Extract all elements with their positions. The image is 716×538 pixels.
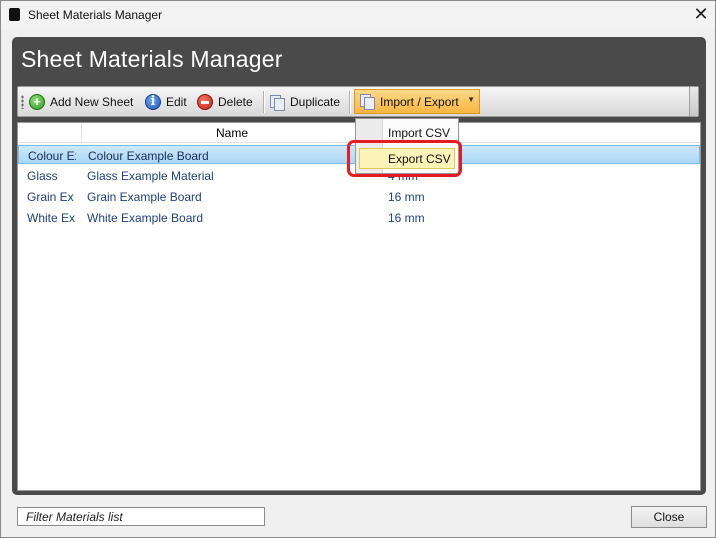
delete-button[interactable]: Delete: [197, 91, 253, 113]
delete-label: Delete: [218, 95, 253, 109]
title-bar: Sheet Materials Manager ✕: [1, 1, 715, 29]
row-code: Grain Ex: [27, 190, 74, 204]
toolbar-overflow-button[interactable]: [689, 87, 698, 116]
materials-panel: Sheet Materials Manager + Add New Sheet …: [12, 37, 706, 495]
info-icon: i: [145, 94, 161, 110]
copy-icon: [270, 94, 285, 111]
plus-circle-icon: +: [29, 94, 45, 110]
row-name: Glass Example Material: [87, 169, 214, 183]
toolbar-separator: [349, 91, 351, 113]
window-title: Sheet Materials Manager: [28, 8, 163, 22]
row-code: Glass: [27, 169, 58, 183]
import-export-label: Import / Export: [380, 94, 459, 109]
row-name: White Example Board: [87, 211, 204, 225]
import-export-button[interactable]: Import / Export ▼: [354, 89, 480, 114]
app-window: Sheet Materials Manager ✕ Sheet Material…: [0, 0, 716, 538]
filter-input[interactable]: Filter Materials list: [17, 507, 265, 526]
row-name: Colour Example Board: [88, 149, 209, 163]
duplicate-label: Duplicate: [290, 95, 341, 109]
add-new-sheet-label: Add New Sheet: [50, 95, 134, 109]
row-name: Grain Example Board: [87, 190, 202, 204]
close-button[interactable]: Close: [631, 506, 707, 528]
copy-icon: [360, 94, 375, 110]
row-thickness: 16 mm: [388, 190, 425, 204]
column-header-name[interactable]: Name: [216, 126, 248, 140]
add-new-sheet-button[interactable]: + Add New Sheet: [29, 91, 133, 113]
chevron-down-icon: ▼: [467, 95, 475, 104]
column-divider: [81, 123, 82, 142]
row-code: White Ex: [27, 211, 75, 225]
materials-table: Name Colour Ex Colour Example Board Glas…: [17, 122, 701, 491]
menu-item-import-csv[interactable]: Import CSV: [388, 126, 450, 140]
duplicate-button[interactable]: Duplicate: [270, 91, 340, 113]
panel-title: Sheet Materials Manager: [21, 46, 283, 72]
app-icon: [9, 8, 20, 21]
annotation-highlight-ring: [347, 140, 462, 177]
row-thickness: 16 mm: [388, 211, 425, 225]
toolbar: + Add New Sheet i Edit Delete Duplicate …: [17, 86, 699, 117]
edit-label: Edit: [166, 95, 187, 109]
window-close-button[interactable]: ✕: [690, 3, 712, 25]
table-row[interactable]: White Ex White Example Board 16 mm: [18, 208, 700, 227]
minus-circle-icon: [197, 94, 213, 110]
table-row[interactable]: Grain Ex Grain Example Board 16 mm: [18, 187, 700, 206]
edit-button[interactable]: i Edit: [145, 91, 187, 113]
toolbar-grip[interactable]: [21, 95, 24, 109]
row-code: Colour Ex: [28, 149, 76, 163]
toolbar-separator: [263, 91, 265, 113]
